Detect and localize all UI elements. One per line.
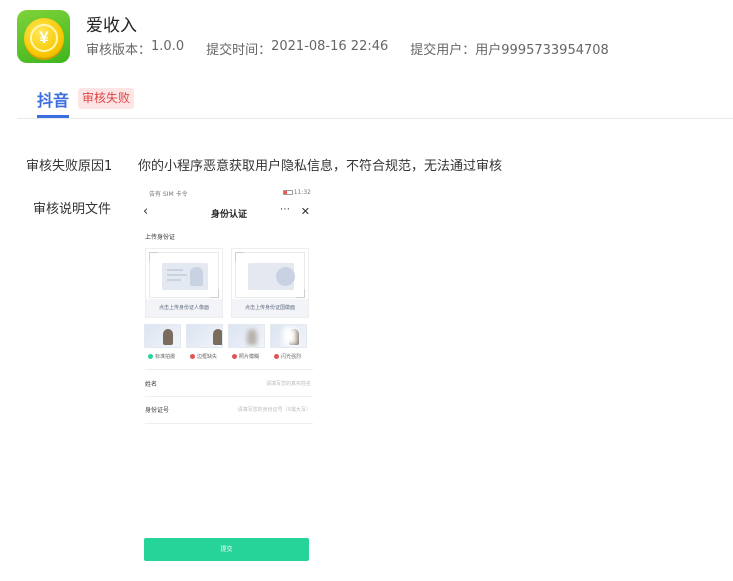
id-front-caption: 点击上传身份证人像面 bbox=[146, 299, 222, 317]
sample-photo bbox=[228, 324, 265, 348]
sample-photo bbox=[186, 324, 223, 348]
submit-time-value: 2021-08-16 22:46 bbox=[271, 39, 389, 54]
review-document-image[interactable]: 告有 SIM 卡令 11:32 ‹ 身份认证 ⋯ ✕ 上传身份证 点击上传身份证… bbox=[139, 183, 319, 568]
id-back-caption: 点击上传身份证国徽面 bbox=[232, 299, 308, 317]
version-value: 1.0.0 bbox=[151, 39, 185, 54]
phone-nav-bar: ‹ 身份认证 ⋯ ✕ bbox=[139, 203, 319, 225]
status-badge: 审核失败 bbox=[78, 88, 135, 109]
app-meta: 审核版本： 1.0.0 提交时间： 2021-08-16 22:46 提交用户：… bbox=[86, 39, 609, 58]
sample-label: 边框缺失 bbox=[190, 353, 217, 360]
phone-submit-button: 提交 bbox=[144, 538, 309, 561]
national-emblem-icon bbox=[248, 263, 295, 290]
sample-photo bbox=[144, 324, 181, 348]
sample-label: 标准拍摄 bbox=[148, 353, 175, 360]
tab-douyin[interactable]: 抖音 bbox=[37, 87, 69, 111]
id-field-label: 身份证号 bbox=[145, 407, 170, 414]
submit-user-value: 用户9995733954708 bbox=[475, 43, 609, 58]
app-icon: ¥ bbox=[17, 10, 70, 63]
upload-title: 上传身份证 bbox=[145, 234, 176, 241]
phone-page-title: 身份认证 bbox=[210, 210, 247, 220]
more-icon: ⋯ bbox=[280, 204, 290, 215]
submit-time-label: 提交时间： bbox=[206, 43, 272, 58]
phone-status-bar: 告有 SIM 卡令 11:32 bbox=[149, 189, 311, 198]
sample-label: 照片模糊 bbox=[232, 353, 259, 360]
version-label: 审核版本： bbox=[86, 43, 152, 58]
tab-divider bbox=[17, 118, 733, 119]
id-field-placeholder: 请填写您的身份证号（X需大写） bbox=[237, 407, 311, 413]
submit-user-label: 提交用户： bbox=[410, 43, 476, 58]
app-title: 爱收入 bbox=[86, 16, 137, 36]
doc-label: 审核说明文件 bbox=[33, 202, 112, 217]
coin-icon: ¥ bbox=[24, 18, 64, 58]
reason-label: 审核失败原因1 bbox=[26, 159, 113, 174]
id-back-card: 点击上传身份证国徽面 bbox=[231, 248, 309, 318]
sample-photo bbox=[270, 324, 307, 348]
close-icon: ✕ bbox=[300, 205, 310, 218]
id-front-card: 点击上传身份证人像面 bbox=[145, 248, 223, 318]
id-card-icon bbox=[162, 263, 208, 290]
battery-icon bbox=[283, 190, 293, 195]
reason-text: 你的小程序恶意获取用户隐私信息，不符合规范，无法通过审核 bbox=[138, 159, 503, 174]
name-field-placeholder: 请填写您的真实姓名 bbox=[265, 381, 311, 387]
sample-label: 闪光强烈 bbox=[274, 353, 301, 360]
name-field-label: 姓名 bbox=[145, 381, 158, 388]
